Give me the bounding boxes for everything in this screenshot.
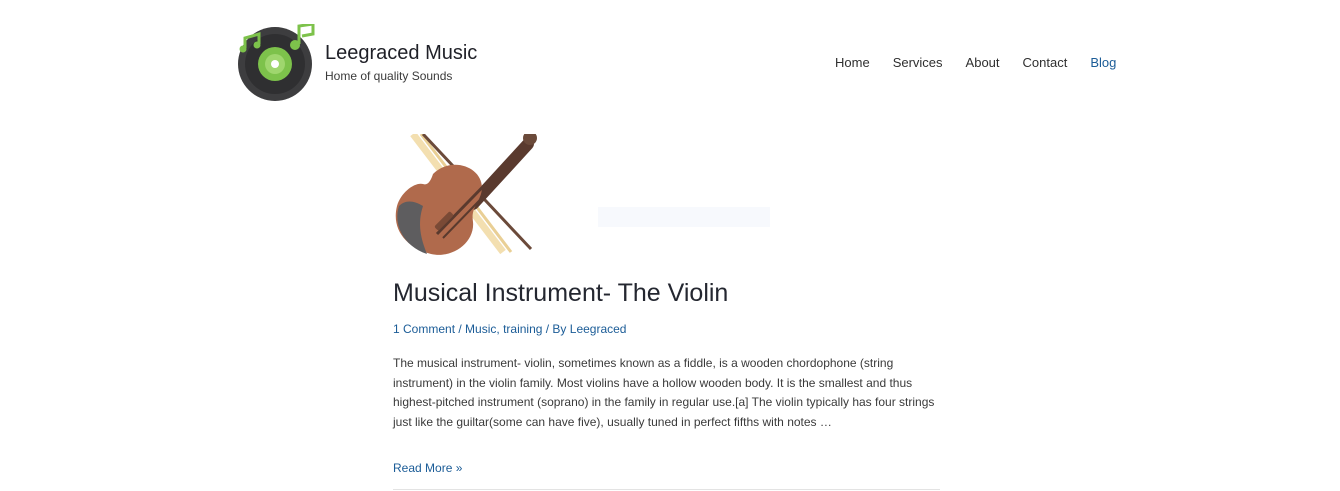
comments-link[interactable]: 1 Comment [393, 322, 455, 336]
violin-icon[interactable] [393, 134, 538, 258]
site-header: Leegraced Music Home of quality Sounds H… [0, 0, 1340, 125]
nav-item-services[interactable]: Services [893, 55, 943, 70]
meta-separator: / [455, 322, 466, 336]
post-meta: 1 Comment / Music, training / By Leegrac… [393, 322, 940, 336]
post-divider [393, 489, 940, 490]
post-excerpt: The musical instrument- violin, sometime… [393, 356, 935, 429]
post-thumbnail[interactable] [393, 134, 940, 258]
image-caption-placeholder [598, 207, 770, 227]
meta-by: / By [542, 322, 570, 336]
blog-post: Musical Instrument- The Violin 1 Comment… [393, 134, 940, 477]
site-title[interactable]: Leegraced Music [325, 42, 477, 65]
category-link-music[interactable]: Music [465, 322, 496, 336]
author-link[interactable]: Leegraced [570, 322, 627, 336]
nav-item-contact[interactable]: Contact [1023, 55, 1068, 70]
nav-item-home[interactable]: Home [835, 55, 870, 70]
site-tagline: Home of quality Sounds [325, 69, 453, 83]
read-more-link[interactable]: Read More » [393, 461, 462, 475]
nav-item-blog[interactable]: Blog [1090, 55, 1116, 70]
music-logo-icon[interactable] [237, 24, 315, 102]
post-title[interactable]: Musical Instrument- The Violin [393, 278, 940, 308]
nav-item-about[interactable]: About [966, 55, 1000, 70]
category-link-training[interactable]: training [503, 322, 542, 336]
primary-nav: Home Services About Contact Blog [835, 55, 1116, 70]
